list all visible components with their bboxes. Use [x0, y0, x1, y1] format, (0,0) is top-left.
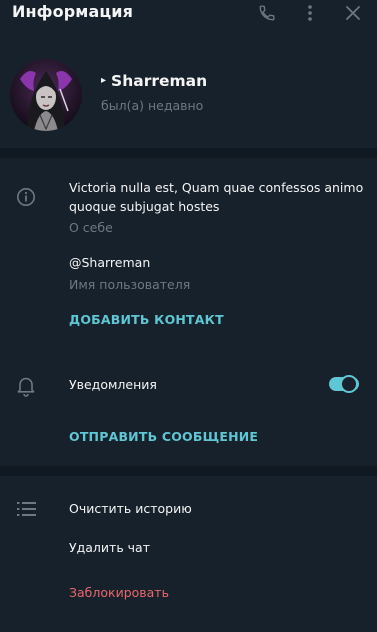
clear-history-button[interactable]: Очистить историю: [69, 501, 192, 516]
bell-icon: [17, 377, 35, 397]
info-icon: [17, 188, 35, 206]
profile-name-row: ▸ Sharreman: [101, 72, 207, 90]
notifications-toggle[interactable]: [329, 375, 359, 393]
close-icon: [346, 6, 360, 20]
section-divider: [0, 148, 377, 158]
toggle-knob: [340, 375, 358, 393]
delete-chat-button[interactable]: Удалить чат: [69, 540, 150, 555]
more-vertical-icon: [308, 5, 312, 21]
close-button[interactable]: [338, 0, 368, 26]
avatar-image: [10, 59, 82, 131]
block-user-button[interactable]: Заблокировать: [69, 585, 169, 600]
send-message-button[interactable]: ОТПРАВИТЬ СООБЩЕНИЕ: [69, 429, 258, 444]
profile-name: Sharreman: [111, 72, 208, 90]
last-seen-status: был(а) недавно: [101, 98, 204, 113]
list-icon: [17, 502, 36, 516]
triangle-icon: ▸: [101, 74, 107, 86]
more-button[interactable]: [295, 0, 325, 26]
panel-header: Информация: [0, 0, 377, 26]
avatar[interactable]: [10, 59, 82, 131]
bio-label: О себе: [69, 220, 113, 235]
username-text[interactable]: @Sharreman: [69, 255, 150, 270]
add-contact-button[interactable]: ДОБАВИТЬ КОНТАКТ: [69, 312, 224, 327]
notifications-label: Уведомления: [69, 377, 157, 392]
call-button[interactable]: [252, 0, 282, 26]
section-divider: [0, 466, 377, 476]
panel-title: Информация: [12, 2, 133, 21]
username-label: Имя пользователя: [69, 277, 191, 292]
phone-icon: [259, 5, 275, 21]
bio-text: Victoria nulla est, Quam quae confessos …: [69, 180, 364, 214]
user-info-panel: Информация ▸ Sharreman был(а) недавно Vi…: [0, 0, 377, 632]
